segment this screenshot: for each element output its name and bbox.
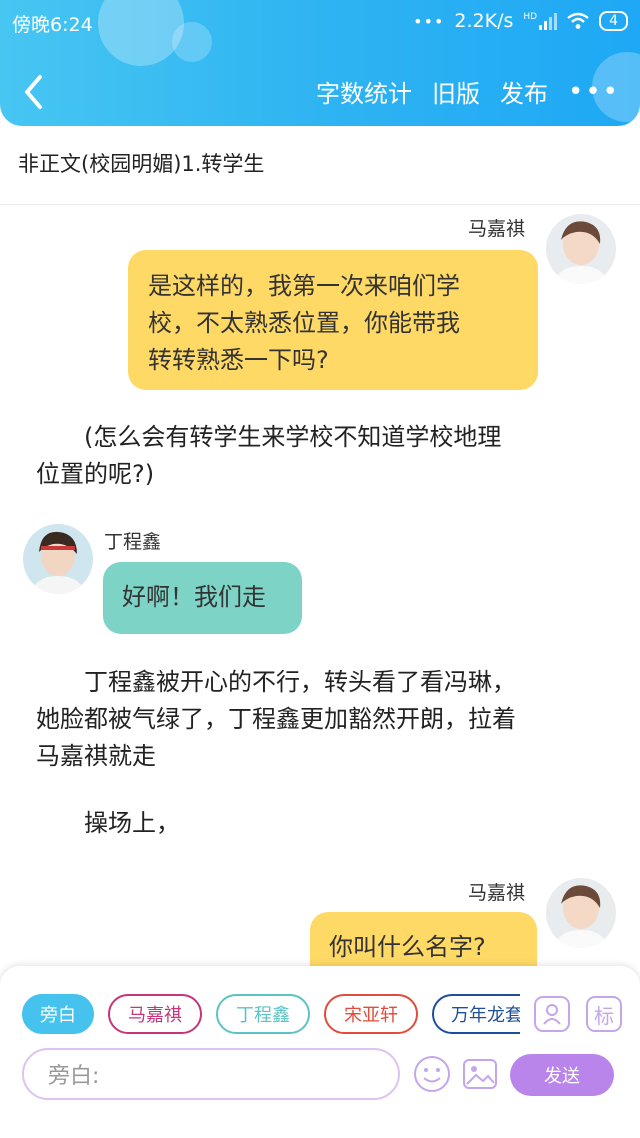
network-speed: 2.2K/s — [454, 10, 514, 32]
avatar-image — [546, 878, 616, 948]
narration-line: (怎么会有转学生来学校不知道学校地理 — [84, 423, 502, 451]
publish-button[interactable]: 发布 — [500, 74, 548, 109]
app-header: 傍晚6:24 ••• 2.2K/s HD 4 字数统计 旧版 发布 ••• — [0, 0, 640, 126]
old-version-button[interactable]: 旧版 — [432, 74, 480, 109]
role-selector: 旁白 马嘉祺 丁程鑫 宋亚轩 万年龙套 — [22, 994, 520, 1038]
avatar[interactable] — [23, 524, 93, 594]
message-bubble[interactable]: 好啊！我们走 — [103, 562, 302, 634]
role-chip-extra[interactable]: 万年龙套 — [432, 994, 520, 1034]
speaker-name: 马嘉祺 — [468, 218, 526, 240]
more-indicator-icon: ••• — [413, 11, 445, 31]
narration-line: 她脸都被气绿了，丁程鑫更加豁然开朗，拉着 — [36, 705, 516, 733]
composer-panel: 旁白 马嘉祺 丁程鑫 宋亚轩 万年龙套 标 旁白: 发送 — [0, 966, 640, 1138]
status-right: ••• 2.2K/s HD 4 — [413, 10, 628, 32]
message-input[interactable]: 旁白: — [22, 1048, 400, 1100]
role-chip-ding-chengxin[interactable]: 丁程鑫 — [216, 994, 310, 1034]
person-card-icon[interactable] — [534, 996, 570, 1032]
signal-hd-label: HD — [523, 12, 538, 22]
avatar[interactable] — [546, 214, 616, 284]
document-title[interactable]: 非正文(校园明媚)1.转学生 — [18, 148, 264, 178]
image-icon[interactable] — [461, 1055, 499, 1093]
wifi-icon — [567, 12, 589, 29]
narration-text[interactable]: 丁程鑫被开心的不行，转头看了看冯琳， 她脸都被气绿了，丁程鑫更加豁然开朗，拉着 … — [36, 664, 606, 775]
message-line: 转转熟悉一下吗? — [148, 346, 329, 374]
role-chip-ma-jiaqi[interactable]: 马嘉祺 — [108, 994, 202, 1034]
message-line: 校，不太熟悉位置，你能带我 — [148, 309, 460, 337]
message-bubble[interactable]: 是这样的，我第一次来咱们学 校，不太熟悉位置，你能带我 转转熟悉一下吗? — [128, 250, 538, 390]
avatar[interactable] — [546, 878, 616, 948]
role-chip-song-yaxuan[interactable]: 宋亚轩 — [324, 994, 418, 1034]
narration-line: 马嘉祺就走 — [36, 742, 156, 770]
message-line: 是这样的，我第一次来咱们学 — [148, 272, 460, 300]
word-count-button[interactable]: 字数统计 — [316, 74, 412, 109]
status-time: 傍晚6:24 — [12, 14, 93, 36]
speaker-name: 马嘉祺 — [468, 882, 526, 904]
narration-line: 位置的呢?) — [36, 460, 155, 488]
narration-text[interactable]: 操场上， — [36, 805, 606, 842]
status-bar: 傍晚6:24 ••• 2.2K/s HD 4 — [0, 0, 640, 44]
nav-bar: 字数统计 旧版 发布 ••• — [0, 62, 640, 122]
nav-actions: 字数统计 旧版 发布 ••• — [316, 74, 620, 109]
narration-text[interactable]: (怎么会有转学生来学校不知道学校地理 位置的呢?) — [36, 419, 606, 493]
avatar-image — [546, 214, 616, 284]
divider — [0, 204, 640, 205]
smiley-icon[interactable] — [413, 1055, 451, 1093]
narration-line: 丁程鑫被开心的不行，转头看了看冯琳， — [84, 668, 516, 696]
more-dots-icon[interactable]: ••• — [568, 77, 620, 107]
speaker-name: 丁程鑫 — [104, 531, 162, 553]
signal-icon: HD — [523, 12, 558, 30]
battery-indicator: 4 — [599, 11, 628, 31]
send-button[interactable]: 发送 — [510, 1054, 614, 1096]
tag-button[interactable]: 标 — [586, 996, 622, 1032]
avatar-image — [23, 524, 93, 594]
back-icon[interactable] — [20, 72, 46, 112]
role-chip-narrator[interactable]: 旁白 — [22, 994, 94, 1034]
